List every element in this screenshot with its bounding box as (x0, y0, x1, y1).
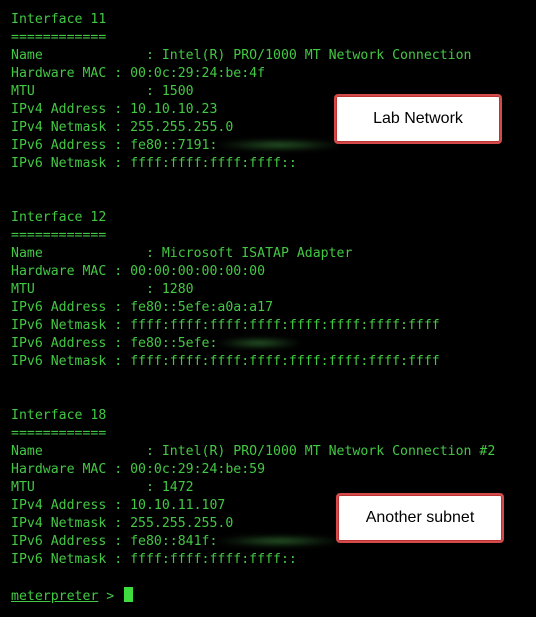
interface-11-mtu: MTU : 1500 (11, 84, 194, 99)
redacted-blur (219, 139, 340, 151)
interface-12-ipv6-address-1: IPv6 Address : fe80::5efe:a0a:a17 (11, 300, 274, 315)
redacted-blur (219, 337, 300, 349)
interface-18-ipv6-netmask: IPv6 Netmask : ffff:ffff:ffff:ffff:: (11, 552, 297, 567)
interface-18-mac: Hardware MAC : 00:0c:29:24:be:59 (11, 462, 266, 477)
callout-another-subnet: Another subnet (336, 493, 504, 543)
callout-lab-network: Lab Network (334, 94, 502, 144)
interface-12-ipv6-netmask-2: IPv6 Netmask : ffff:ffff:ffff:ffff:ffff:… (11, 354, 440, 369)
interface-12-ipv6-address-2-line: IPv6 Address : fe80::5efe: (11, 335, 300, 353)
interface-18-ipv6-address-line: IPv6 Address : fe80::841f: (11, 533, 340, 551)
prompt-label: meterpreter (11, 589, 99, 604)
interface-18-ipv4-address: IPv4 Address : 10.10.11.107 (11, 498, 226, 513)
prompt-symbol: > (98, 589, 123, 604)
interface-12-header: Interface 12 (11, 210, 107, 225)
interface-18-header: Interface 18 (11, 408, 107, 423)
interface-12-underline: ============ (11, 228, 107, 243)
interface-12-mac: Hardware MAC : 00:00:00:00:00:00 (11, 264, 266, 279)
callout-another-subnet-label: Another subnet (365, 509, 475, 526)
command-prompt[interactable]: meterpreter > (11, 587, 134, 605)
interface-11-header: Interface 11 (11, 12, 107, 27)
interface-12-name: Name : Microsoft ISATAP Adapter (11, 246, 353, 261)
interface-18-mtu: MTU : 1472 (11, 480, 194, 495)
interface-11-ipv4-address: IPv4 Address : 10.10.10.23 (11, 102, 218, 117)
interface-11-ipv6-netmask: IPv6 Netmask : ffff:ffff:ffff:ffff:: (11, 156, 297, 171)
interface-18-ipv6-address: IPv6 Address : fe80::841f: (11, 534, 218, 549)
interface-11-ipv6-address: IPv6 Address : fe80::7191: (11, 138, 218, 153)
interface-11-ipv6-address-line: IPv6 Address : fe80::7191: (11, 137, 340, 155)
interface-11-underline: ============ (11, 30, 107, 45)
text-cursor (124, 587, 134, 602)
interface-12-ipv6-netmask-1: IPv6 Netmask : ffff:ffff:ffff:ffff:ffff:… (11, 318, 440, 333)
interface-11-ipv4-netmask: IPv4 Netmask : 255.255.255.0 (11, 120, 234, 135)
interface-12-mtu: MTU : 1280 (11, 282, 194, 297)
callout-lab-network-label: Lab Network (373, 110, 463, 127)
interface-11-name: Name : Intel(R) PRO/1000 MT Network Conn… (11, 48, 472, 63)
interface-11-mac: Hardware MAC : 00:0c:29:24:be:4f (11, 66, 266, 81)
interface-18-name: Name : Intel(R) PRO/1000 MT Network Conn… (11, 444, 496, 459)
interface-18-underline: ============ (11, 426, 107, 441)
redacted-blur (219, 535, 340, 547)
interface-18-ipv4-netmask: IPv4 Netmask : 255.255.255.0 (11, 516, 234, 531)
interface-12-ipv6-address-2: IPv6 Address : fe80::5efe: (11, 336, 218, 351)
